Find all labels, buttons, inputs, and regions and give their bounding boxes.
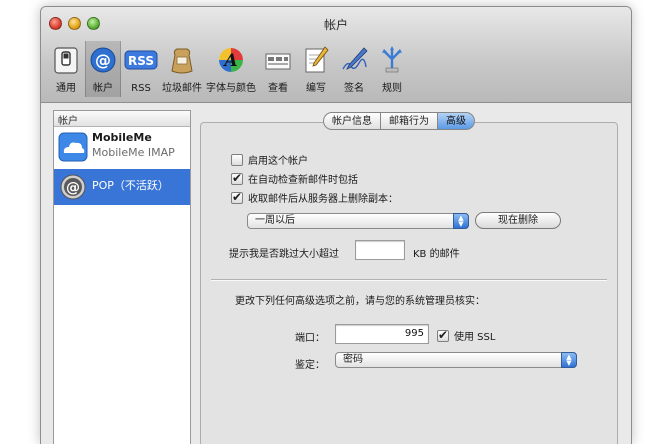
mobileme-cloud-icon: [58, 132, 88, 162]
tab-advanced[interactable]: 高级: [437, 112, 475, 130]
admin-notice: 更改下列任何高级选项之前，请与您的系统管理员核实：: [235, 296, 485, 307]
pop-at-sign-icon: @: [60, 174, 86, 200]
accounts-list[interactable]: 帐户 MobileMe MobileMe IMAP @ POP（不活跃）: [53, 110, 191, 444]
section-divider: [211, 279, 607, 281]
at-sign-icon: @: [90, 47, 116, 73]
auto-check-label: 在自动检查新邮件时包括: [248, 175, 358, 186]
prompt-size-label: 提示我是否跳过大小超过: [229, 249, 339, 260]
svg-text:RSS: RSS: [128, 54, 154, 68]
popup-arrows-icon: ▲ ▼: [453, 213, 469, 229]
accounts-list-header: 帐户: [54, 111, 190, 127]
auto-check-row[interactable]: 在自动检查新邮件时包括: [231, 171, 358, 186]
remove-copy-label: 收取邮件后从服务器上删除副本：: [248, 194, 398, 205]
port-input[interactable]: 995: [335, 324, 429, 344]
use-ssl-row[interactable]: 使用 SSL: [437, 328, 495, 343]
general-switch-icon: [54, 47, 78, 74]
preferences-window: 帐户 通用 @ 帐户 RSS RSS 垃圾邮件 A 字体与颜色 查看 编写 签名…: [40, 6, 632, 444]
prompt-size-input[interactable]: [355, 240, 405, 260]
port-label: 端口：: [295, 333, 325, 344]
auth-popup[interactable]: 密码 ▲ ▼: [335, 352, 577, 368]
enable-account-row[interactable]: 启用这个帐户: [231, 152, 308, 167]
enable-account-checkbox[interactable]: [231, 153, 243, 166]
rules-icon: [382, 46, 402, 73]
signature-pen-icon: [342, 47, 368, 70]
toolbar-rules[interactable]: 规则: [373, 41, 411, 97]
rss-icon: RSS: [124, 50, 158, 70]
toolbar-fonts-colors[interactable]: A 字体与颜色: [203, 41, 259, 97]
window-title: 帐户: [323, 18, 348, 32]
remove-copy-checkbox[interactable]: [231, 190, 243, 204]
svg-text:@: @: [66, 180, 80, 196]
account-tabs: 帐户信息 邮箱行为 高级: [323, 112, 475, 130]
title-bar: 帐户 通用 @ 帐户 RSS RSS 垃圾邮件 A 字体与颜色 查看 编写 签名…: [41, 7, 631, 103]
remove-now-button[interactable]: 现在删除: [475, 212, 561, 229]
composing-icon: [305, 46, 329, 73]
tab-mailbox-behaviors[interactable]: 邮箱行为: [380, 112, 437, 130]
tab-account-info[interactable]: 帐户信息: [323, 112, 380, 130]
auth-value: 密码: [343, 354, 363, 365]
svg-text:@: @: [95, 51, 111, 70]
use-ssl-checkbox[interactable]: [437, 328, 449, 342]
use-ssl-label: 使用 SSL: [454, 332, 496, 343]
auth-label: 鉴定：: [295, 360, 325, 371]
remove-after-value: 一周以后: [255, 215, 295, 226]
account-item-pop[interactable]: @ POP（不活跃）: [54, 169, 190, 205]
preferences-toolbar: 通用 @ 帐户 RSS RSS 垃圾邮件 A 字体与颜色 查看 编写 签名 规则: [47, 41, 411, 101]
content-area: 帐户 MobileMe MobileMe IMAP @ POP（不活跃） 帐户信…: [41, 104, 631, 444]
remove-copy-row[interactable]: 收取邮件后从服务器上删除副本：: [231, 190, 398, 205]
account-type: MobileMe IMAP: [92, 146, 175, 159]
toolbar-label: 规则: [382, 83, 402, 94]
remove-after-popup[interactable]: 一周以后 ▲ ▼: [247, 213, 469, 229]
popup-arrows-icon: ▲ ▼: [561, 352, 577, 368]
prompt-size-unit: KB 的邮件: [413, 249, 460, 260]
enable-account-label: 启用这个帐户: [248, 156, 308, 167]
svg-text:A: A: [222, 51, 237, 71]
auto-check-checkbox[interactable]: [231, 171, 243, 185]
account-name: MobileMe: [92, 131, 152, 144]
fonts-colors-icon: A: [219, 48, 243, 72]
junk-mail-bag-icon: [171, 48, 193, 74]
account-name: POP（不活跃）: [92, 179, 169, 192]
account-item-mobileme[interactable]: MobileMe MobileMe IMAP: [54, 127, 190, 167]
viewing-icon: [265, 53, 291, 70]
